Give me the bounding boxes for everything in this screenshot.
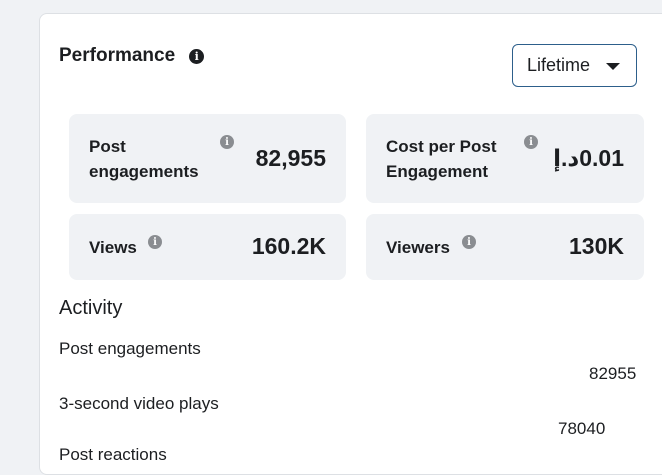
metric-value: 130K xyxy=(569,233,624,259)
metric-value: 0.01د.إ xyxy=(553,145,624,171)
info-icon[interactable]: i xyxy=(148,235,162,249)
info-icon[interactable]: i xyxy=(189,48,205,64)
activity-row-label: 3-second video plays xyxy=(59,394,219,413)
time-range-dropdown[interactable]: Lifetime xyxy=(512,44,637,87)
activity-title: Activity xyxy=(59,297,123,319)
metric-value: 160.2K xyxy=(251,233,326,259)
info-icon[interactable]: i xyxy=(220,135,234,149)
metric-label: Viewers xyxy=(386,238,450,257)
info-icon[interactable]: i xyxy=(524,135,538,149)
activity-row-value: 78040 xyxy=(558,419,606,438)
time-range-value: Lifetime xyxy=(527,55,591,75)
metric-tile-views: Views i 160.2K xyxy=(69,214,346,280)
info-icon[interactable]: i xyxy=(462,235,476,249)
metric-tile-post-engagements: Post engagements i 82,955 xyxy=(69,114,346,203)
performance-title: Performance xyxy=(59,45,176,66)
metric-tile-cost-per-engagement: Cost per Post Engagement i 0.01د.إ xyxy=(366,114,644,203)
metric-label: Post engagements xyxy=(89,137,199,181)
metric-label: Views xyxy=(89,238,137,257)
activity-row-label: Post reactions xyxy=(59,445,167,464)
metric-label: Cost per Post Engagement xyxy=(386,137,497,181)
activity-row-value: 82955 xyxy=(589,364,637,383)
performance-header: Performance i xyxy=(59,45,205,67)
metric-value: 82,955 xyxy=(255,145,326,171)
caret-down-icon xyxy=(606,63,620,70)
activity-row-label: Post engagements xyxy=(59,339,201,358)
metric-tile-viewers: Viewers i 130K xyxy=(366,214,644,280)
